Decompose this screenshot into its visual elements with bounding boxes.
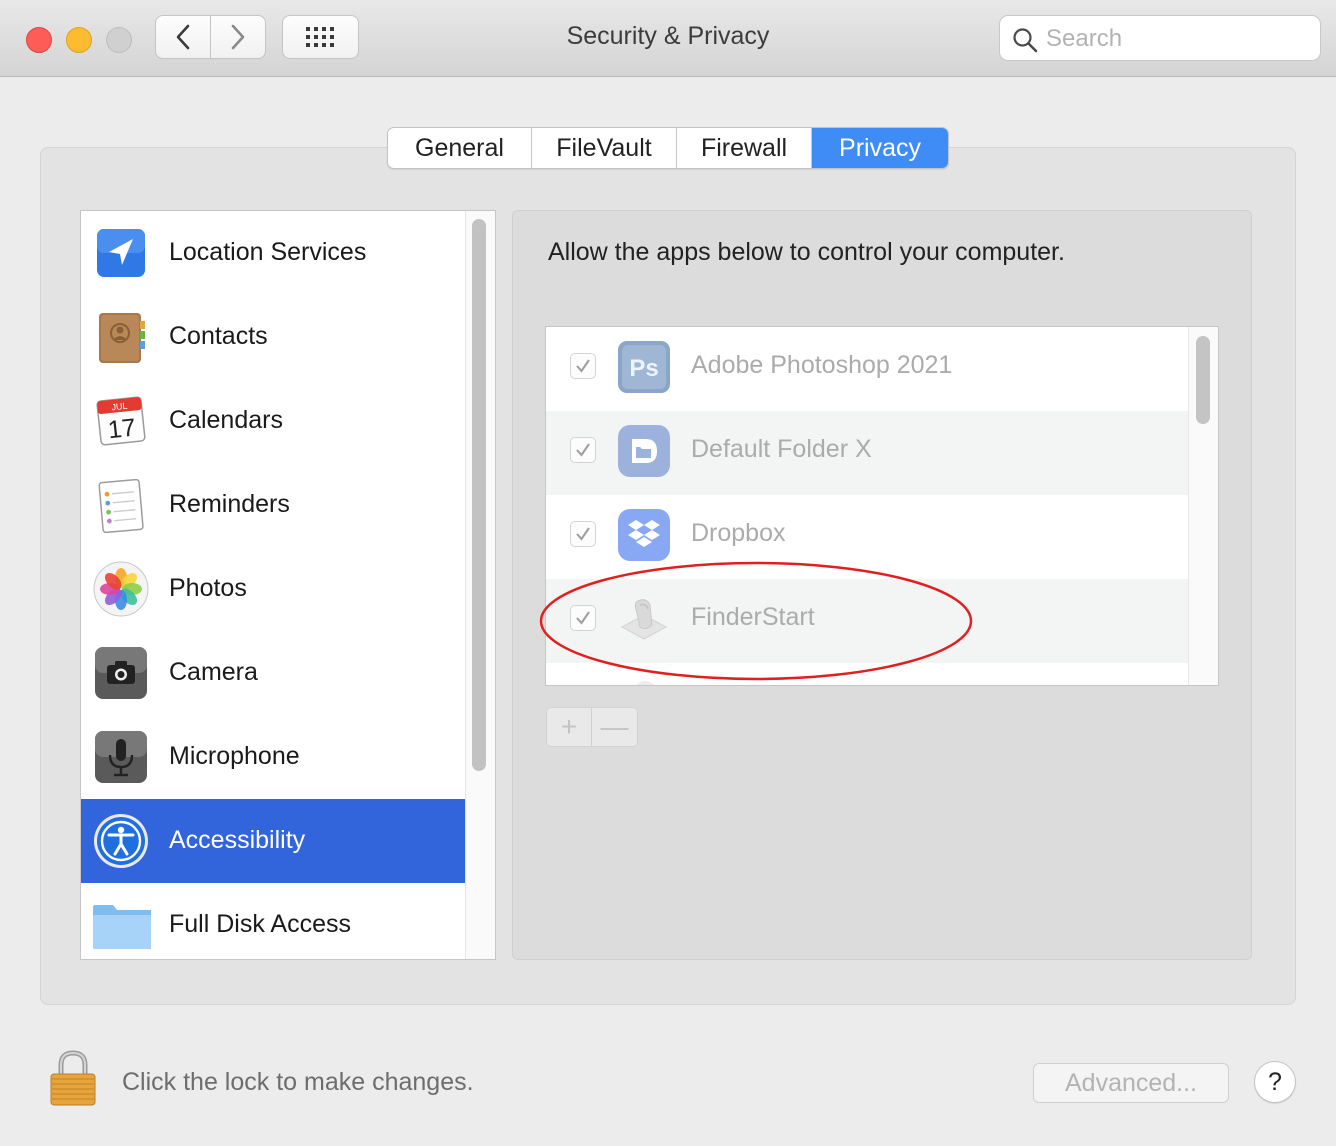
- search-placeholder: Search: [1046, 25, 1123, 52]
- accessibility-icon: [94, 814, 148, 868]
- sidebar-item-label: Photos: [169, 574, 247, 602]
- dropbox-icon: [618, 509, 670, 561]
- app-name: Default Folder X: [691, 435, 872, 463]
- checkmark-icon: [576, 443, 590, 457]
- lock-icon[interactable]: [48, 1048, 98, 1108]
- checkmark-icon: [576, 611, 590, 625]
- app-list[interactable]: Ps Adobe Photoshop 2021 Default Folder X…: [545, 326, 1219, 686]
- sidebar-item-label: Calendars: [169, 406, 283, 434]
- calendar-icon: JUL 17: [96, 396, 146, 446]
- app-checkbox[interactable]: [570, 353, 596, 379]
- add-app-button[interactable]: +: [547, 708, 593, 746]
- tab-filevault[interactable]: FileVault: [532, 128, 677, 168]
- finderstart-icon: [620, 599, 668, 640]
- photos-flower-icon: [93, 561, 149, 617]
- sidebar-item-label: Microphone: [169, 742, 300, 770]
- folder-icon: [93, 905, 151, 949]
- sidebar-item-reminders[interactable]: Reminders: [81, 463, 465, 547]
- panel-description: Allow the apps below to control your com…: [548, 238, 1065, 266]
- sidebar-item-label: Camera: [169, 658, 258, 686]
- svg-text:17: 17: [107, 414, 138, 445]
- reminders-icon: [98, 478, 144, 533]
- app-checkbox[interactable]: [570, 521, 596, 547]
- default-folder-x-icon: [618, 425, 670, 477]
- contacts-book-icon: [99, 313, 145, 363]
- checkmark-icon: [576, 359, 590, 373]
- sidebar-item-location-services[interactable]: Location Services: [81, 211, 465, 295]
- list-item[interactable]: Ps Adobe Photoshop 2021: [546, 327, 1188, 411]
- lock-message: Click the lock to make changes.: [122, 1068, 474, 1096]
- sidebar-item-full-disk-access[interactable]: Full Disk Access: [81, 883, 465, 959]
- sidebar-item-label: Accessibility: [169, 826, 306, 854]
- sidebar-item-label: Full Disk Access: [169, 910, 351, 938]
- list-item[interactable]: Default Folder X: [546, 411, 1188, 495]
- title-bar: Security & Privacy Search: [0, 0, 1336, 77]
- tab-bar: General FileVault Firewall Privacy: [387, 127, 949, 169]
- partial-app-icon: [616, 671, 672, 685]
- tab-privacy[interactable]: Privacy: [812, 128, 948, 168]
- sidebar-item-label: Location Services: [169, 238, 367, 266]
- app-checkbox[interactable]: [570, 605, 596, 631]
- tab-general[interactable]: General: [388, 128, 532, 168]
- app-name: Adobe Photoshop 2021: [691, 351, 953, 379]
- privacy-category-list[interactable]: Location Services Contacts JUL 17 Calend…: [80, 210, 496, 960]
- app-name: Dropbox: [691, 519, 786, 547]
- sidebar-item-label: Reminders: [169, 490, 290, 518]
- svg-text:Ps: Ps: [629, 355, 658, 382]
- checkmark-icon: [576, 527, 590, 541]
- sidebar-item-contacts[interactable]: Contacts: [81, 295, 465, 379]
- sidebar-scroll-thumb[interactable]: [472, 219, 486, 771]
- camera-icon: [95, 647, 147, 699]
- tab-firewall[interactable]: Firewall: [677, 128, 812, 168]
- help-button[interactable]: ?: [1254, 1061, 1296, 1103]
- microphone-icon: [95, 731, 147, 783]
- photoshop-icon: Ps: [618, 341, 670, 393]
- sidebar-item-photos[interactable]: Photos: [81, 547, 465, 631]
- sidebar-item-camera[interactable]: Camera: [81, 631, 465, 715]
- search-field[interactable]: Search: [999, 15, 1321, 61]
- add-remove-control: + —: [546, 707, 638, 747]
- app-checkbox[interactable]: [570, 437, 596, 463]
- sidebar-item-calendars[interactable]: JUL 17 Calendars: [81, 379, 465, 463]
- sidebar-item-microphone[interactable]: Microphone: [81, 715, 465, 799]
- list-item[interactable]: Dropbox: [546, 495, 1188, 579]
- advanced-button[interactable]: Advanced...: [1033, 1063, 1229, 1103]
- search-icon: [1013, 28, 1038, 53]
- sidebar-item-accessibility[interactable]: Accessibility: [81, 799, 465, 883]
- app-list-scroll-thumb[interactable]: [1196, 336, 1210, 424]
- remove-app-button[interactable]: —: [592, 708, 637, 746]
- location-arrow-icon: [97, 229, 145, 277]
- sidebar-item-label: Contacts: [169, 322, 268, 350]
- app-name: FinderStart: [691, 603, 815, 631]
- list-item[interactable]: FinderStart: [546, 579, 1188, 663]
- svg-text:JUL: JUL: [111, 401, 128, 413]
